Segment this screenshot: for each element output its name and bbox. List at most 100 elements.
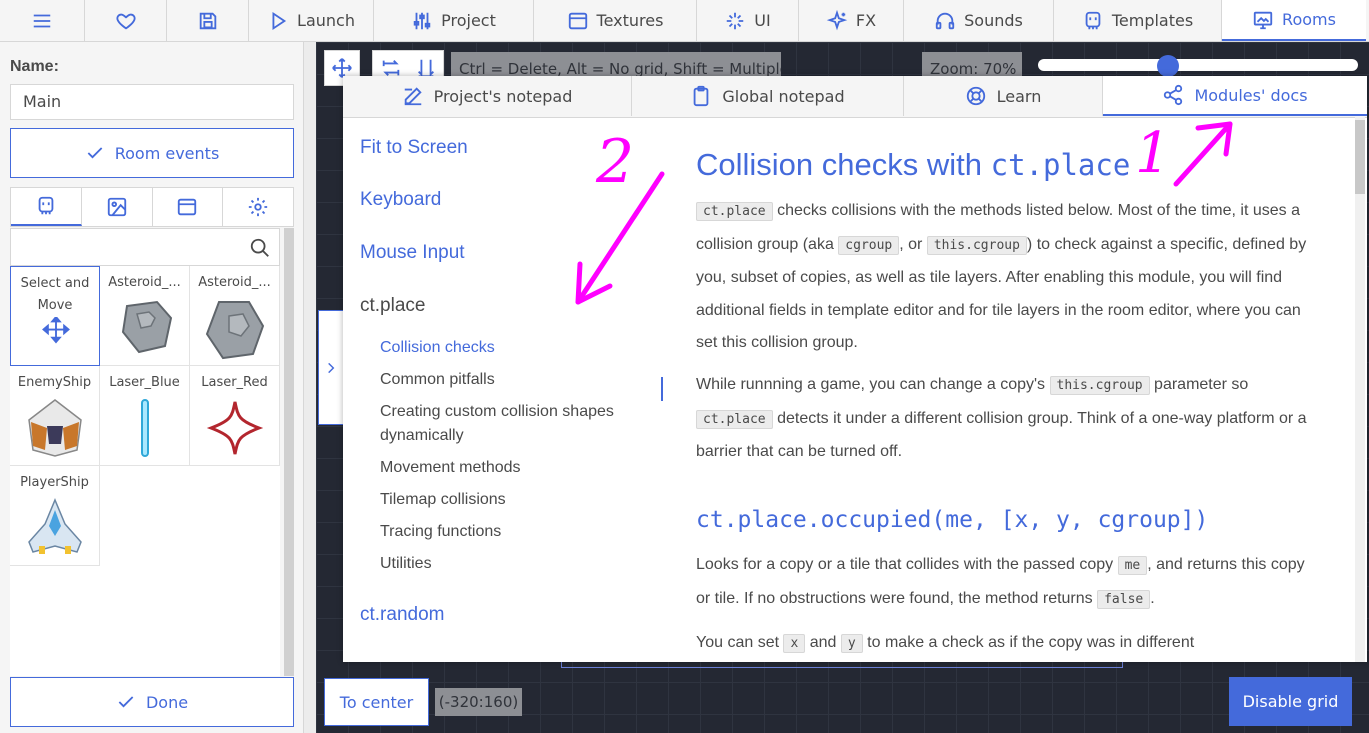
paragraph-occupied: Looks for a copy or a tile that collides…	[696, 549, 1321, 616]
nav-tracing-functions[interactable]: Tracing functions	[380, 520, 650, 544]
doc-subheading: ct.place.occupied(me, [x, y, cgroup])	[696, 507, 1209, 533]
hamburger-icon	[33, 14, 51, 27]
chevron-right-icon	[328, 362, 335, 373]
zoom-slider[interactable]	[1038, 59, 1358, 71]
tab-fx[interactable]: FX	[799, 0, 904, 41]
tab-launch[interactable]: Launch	[249, 0, 374, 41]
docs-content: Collision checks with ct.place ct.place …	[696, 117, 1336, 662]
paragraph-runtime: While runnning a game, you can change a …	[696, 369, 1321, 469]
asteroid-icon	[205, 301, 265, 360]
asset-label: Asteroid_...	[108, 275, 181, 290]
room-icon	[1253, 11, 1273, 29]
tab-ui[interactable]: UI	[697, 0, 799, 41]
inline-code: this.cgroup	[1049, 376, 1150, 395]
tab-learn[interactable]: Learn	[904, 76, 1103, 116]
tab-textures-label: Textures	[596, 11, 664, 30]
paragraph-text: parameter so	[1149, 376, 1249, 393]
tab-copies[interactable]	[11, 188, 82, 226]
nav-mouse-input[interactable]: Mouse Input	[360, 242, 465, 264]
sliders-icon	[413, 12, 431, 29]
player-ship-icon	[28, 498, 82, 554]
laser-blue-icon	[141, 399, 149, 457]
paragraph-intro: ct.place checks collisions with the meth…	[696, 195, 1321, 360]
asset-asteroid-1[interactable]: Asteroid_...	[100, 266, 190, 366]
edit-icon	[404, 87, 422, 106]
tab-textures[interactable]: Textures	[534, 0, 697, 41]
asset-label: Laser_Blue	[109, 375, 180, 390]
asset-label: EnemyShip	[17, 375, 92, 390]
room-name-input[interactable]: Main	[10, 84, 294, 120]
nav-fit-to-screen[interactable]: Fit to Screen	[360, 137, 468, 159]
tab-templates[interactable]: Templates	[1054, 0, 1222, 41]
disable-grid-label: Disable grid	[1242, 692, 1339, 711]
tab-modules-docs[interactable]: Modules' docs	[1103, 76, 1367, 116]
asset-laser-blue[interactable]: Laser_Blue	[100, 366, 190, 466]
tab-sounds-label: Sounds	[964, 11, 1023, 30]
tab-modules-docs-label: Modules' docs	[1194, 85, 1308, 105]
nav-custom-collision-shapes[interactable]: Creating custom collision shapes dynamic…	[380, 400, 650, 448]
disable-grid-button[interactable]: Disable grid	[1229, 677, 1352, 726]
save-button[interactable]	[167, 0, 249, 41]
nav-keyboard[interactable]: Keyboard	[360, 189, 441, 211]
asset-laser-red[interactable]: Laser_Red	[190, 366, 280, 466]
expand-panel-handle[interactable]	[318, 310, 344, 425]
tab-global-notepad[interactable]: Global notepad	[632, 76, 904, 116]
inline-code: this.cgroup	[926, 235, 1027, 255]
panel-splitter[interactable]	[304, 42, 316, 733]
nav-movement-methods[interactable]: Movement methods	[380, 456, 650, 480]
laser-red-icon	[206, 401, 264, 455]
tab-project[interactable]: Project	[374, 0, 534, 41]
menu-button[interactable]	[0, 0, 85, 41]
asset-grid: Select and Move Asteroid_... Asteroid_..…	[10, 266, 280, 676]
doc-title: Collision checks with ct.place	[696, 147, 1130, 183]
nav-common-pitfalls[interactable]: Common pitfalls	[380, 368, 650, 392]
asset-select-and-move[interactable]: Select and Move	[10, 266, 100, 366]
tab-global-notepad-label: Global notepad	[722, 86, 845, 106]
room-events-button[interactable]: Room events	[10, 128, 294, 178]
tab-settings[interactable]	[223, 188, 293, 226]
asset-label: PlayerShip	[20, 475, 89, 490]
move-arrows-icon	[42, 317, 70, 344]
asset-search-input[interactable]	[10, 228, 280, 266]
paragraph-text: .	[1150, 589, 1155, 607]
share-icon	[1164, 84, 1183, 106]
room-properties-panel: Name: Main Room events Select and Move A…	[0, 42, 304, 733]
asset-playership[interactable]: PlayerShip	[10, 466, 100, 566]
docs-scrollbar[interactable]	[1355, 117, 1365, 662]
asset-list-scrollbar[interactable]	[284, 228, 294, 676]
nav-ct-random[interactable]: ct.random	[360, 604, 444, 626]
check-icon	[87, 147, 103, 159]
asset-enemyship[interactable]: EnemyShip	[10, 366, 100, 466]
docs-scrollbar-thumb[interactable]	[1355, 120, 1365, 194]
tab-rooms-label: Rooms	[1282, 10, 1336, 29]
tab-rooms[interactable]: Rooms	[1222, 0, 1366, 41]
tab-tiles[interactable]	[153, 188, 224, 226]
done-label: Done	[145, 692, 189, 712]
paragraph-text: to make a check as if the copy was in di…	[862, 634, 1195, 651]
zoom-slider-knob[interactable]	[1157, 55, 1179, 77]
tab-sounds[interactable]: Sounds	[904, 0, 1054, 41]
done-button[interactable]: Done	[10, 677, 294, 727]
nav-ct-place[interactable]: ct.place	[360, 295, 425, 317]
inline-code: x	[783, 634, 806, 653]
tab-projects-notepad[interactable]: Project's notepad	[343, 76, 632, 116]
nav-utilities[interactable]: Utilities	[380, 552, 650, 576]
gear-icon	[248, 197, 268, 217]
inline-code: ct.place	[696, 202, 773, 221]
inline-code: y	[840, 634, 863, 653]
play-icon	[272, 11, 287, 30]
nav-tilemap-collisions[interactable]: Tilemap collisions	[380, 488, 650, 512]
favorite-button[interactable]	[85, 0, 167, 41]
tab-ui-label: UI	[754, 11, 771, 30]
to-center-label: To center	[339, 692, 414, 712]
doc-title-code: ct.place	[990, 148, 1131, 182]
cursor-coordinates: (-320:160)	[435, 688, 522, 716]
template-icon	[1085, 11, 1101, 29]
tab-backgrounds[interactable]	[82, 188, 153, 226]
tab-learn-label: Learn	[996, 86, 1042, 106]
top-bar: Launch Project Textures UI FX Sounds Tem…	[0, 0, 1369, 42]
nav-collision-checks[interactable]: Collision checks	[380, 336, 650, 360]
asset-asteroid-2[interactable]: Asteroid_...	[190, 266, 280, 366]
to-center-button[interactable]: To center	[324, 678, 429, 726]
doc-title-text: Collision checks with	[696, 147, 991, 182]
